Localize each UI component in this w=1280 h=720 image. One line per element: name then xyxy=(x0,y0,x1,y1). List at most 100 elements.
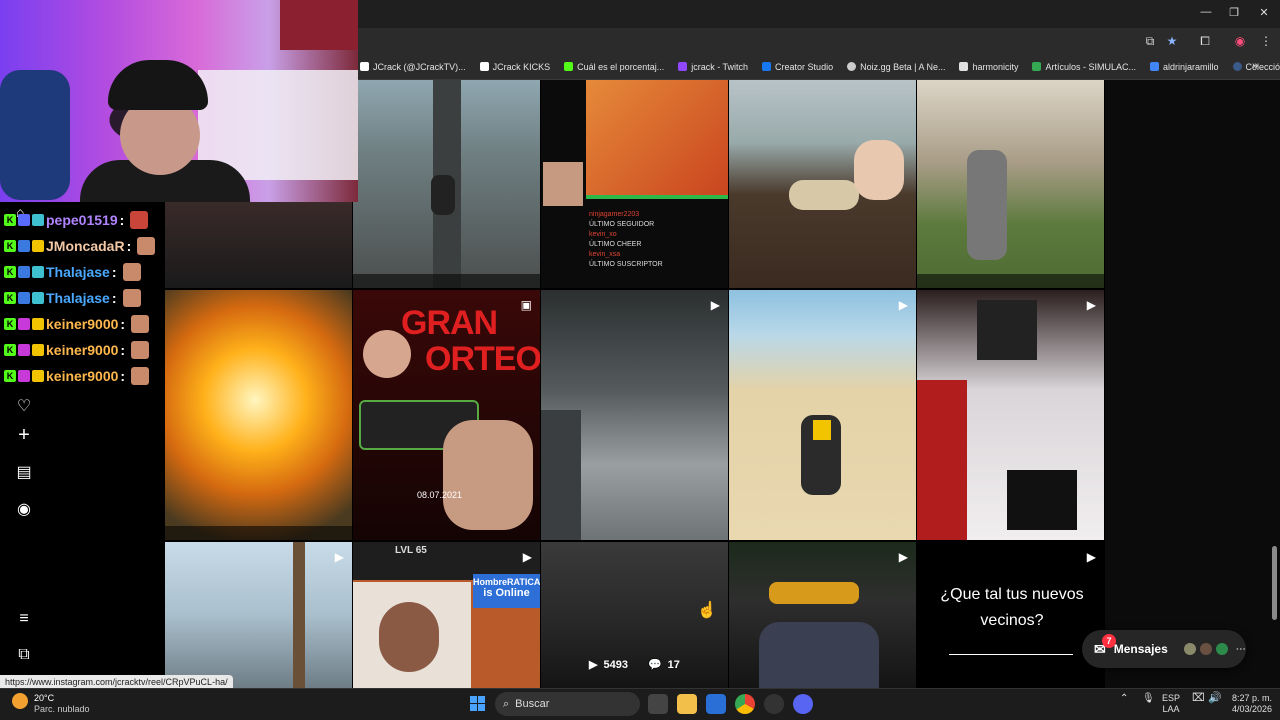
bookmark-item[interactable]: jcrack - Twitch xyxy=(678,62,748,72)
reel-tile[interactable]: ▶ 5493 💬 17 ☝ xyxy=(541,542,728,688)
kick-badge-icon: K xyxy=(4,344,16,356)
bookmark-item[interactable]: Noiz.gg Beta | A Ne... xyxy=(847,62,945,72)
reel-tile[interactable] xyxy=(165,202,352,288)
reel-tile[interactable]: ▶ xyxy=(541,290,728,540)
search-placeholder: Buscar xyxy=(515,698,550,710)
reel-tile[interactable] xyxy=(165,290,352,540)
online-badge: HombreRATICA is Online xyxy=(473,574,540,608)
volume-icon[interactable]: 🔊 xyxy=(1208,693,1222,704)
taxi-shape xyxy=(769,582,859,604)
reel-tile[interactable]: ▶ xyxy=(165,542,352,688)
chat-username: Thalajase xyxy=(46,264,110,280)
maximize-icon[interactable]: ❐ xyxy=(1226,6,1242,19)
comment-count: 17 xyxy=(667,658,680,671)
bookmark-item[interactable]: Artículos - SIMULAC... xyxy=(1032,62,1136,72)
emote-icon xyxy=(137,237,156,255)
reel-tile[interactable]: ninjagamer2203 ÚLTIMO SEGUIDOR kevin_xo … xyxy=(541,80,728,288)
chat-username: keiner9000 xyxy=(46,368,119,384)
avatar[interactable]: ◉ xyxy=(14,499,34,519)
reel-play-icon: ▶ xyxy=(898,298,908,312)
more-bookmarks-icon[interactable]: » xyxy=(1252,60,1258,72)
page-right-margin xyxy=(1105,80,1280,688)
mic-icon[interactable]: 🎙 xyxy=(1142,693,1155,704)
heart-icon[interactable]: ♡ xyxy=(14,396,34,416)
wall-shape xyxy=(541,410,581,540)
kick-badge-icon: K xyxy=(4,240,16,252)
emote-icon xyxy=(130,211,149,229)
gran-sorteo-title-2: ORTEO xyxy=(425,340,540,378)
reel-tile[interactable]: GRAN ORTEO 08.07.2021 ▣ xyxy=(353,290,540,540)
gift-badge-icon xyxy=(32,266,44,278)
dashboard-icon[interactable]: ▤ xyxy=(14,462,34,482)
reel-tile[interactable] xyxy=(917,80,1104,288)
chat-separator: : xyxy=(120,368,126,384)
profile-icon[interactable]: ◉ xyxy=(1232,34,1248,48)
network-icon[interactable]: ⌧ xyxy=(1192,693,1205,704)
hamburger-menu-icon[interactable]: ≡ xyxy=(14,610,34,630)
kick-badge-icon: K xyxy=(4,266,16,278)
weather-widget[interactable]: 20°C Parc. nublado xyxy=(34,693,90,715)
emote-icon xyxy=(131,315,150,333)
play-count-icon: ▶ xyxy=(589,659,598,671)
reel-tile[interactable]: LVL 65 HombreRATICA is Online ▶ xyxy=(353,542,540,688)
lang-layout: LAA xyxy=(1162,704,1180,714)
sub-badge-icon xyxy=(18,370,30,382)
weather-desc: Parc. nublado xyxy=(34,704,90,714)
file-explorer-icon[interactable] xyxy=(677,694,697,714)
reel-tile[interactable]: ▶ xyxy=(729,542,916,688)
bookmark-item[interactable]: aldrinjaramillo xyxy=(1150,62,1219,72)
cast-icon[interactable]: ⧉ xyxy=(1142,34,1158,49)
chat-message: K pepe01519 : xyxy=(4,209,149,231)
crown-badge-icon xyxy=(32,370,44,382)
avatar xyxy=(1183,643,1196,655)
reel-tile[interactable]: ▶ xyxy=(729,290,916,540)
extensions-icon[interactable]: ⧠ xyxy=(1197,34,1213,49)
discord-icon[interactable] xyxy=(793,694,813,714)
reel-tile[interactable] xyxy=(353,80,540,288)
reel-tile[interactable] xyxy=(729,80,916,288)
face-shape xyxy=(379,602,439,672)
chrome-icon[interactable] xyxy=(735,694,755,714)
plus-icon[interactable]: + xyxy=(14,424,34,446)
mail-icon[interactable] xyxy=(706,694,726,714)
play-count: 5493 xyxy=(603,658,628,671)
twitch-icon xyxy=(678,62,688,71)
crown-badge-icon xyxy=(32,344,44,356)
clock[interactable]: 8:27 p. m. 4/03/2026 xyxy=(1222,693,1272,715)
messages-button[interactable]: ✉ 7 Mensajes ⋯ xyxy=(1082,630,1246,668)
browser-menu-icon[interactable]: ⋮ xyxy=(1258,34,1274,48)
face-emote-shape xyxy=(543,162,583,206)
reel-tile[interactable]: ▶ xyxy=(917,290,1104,540)
bookmark-star-icon[interactable]: ★ xyxy=(1164,34,1180,48)
weather-icon xyxy=(12,693,28,709)
task-view-icon[interactable] xyxy=(648,694,668,714)
minimize-icon[interactable]: — xyxy=(1198,6,1214,18)
character-shape xyxy=(967,150,1007,260)
chat-username: JMoncadaR xyxy=(46,238,125,254)
page-scrollbar[interactable] xyxy=(1272,546,1277,620)
chat-separator: : xyxy=(120,342,126,358)
bookmark-label: JCrack KICKS xyxy=(492,61,551,72)
obs-icon[interactable] xyxy=(764,694,784,714)
lang-code: ESP xyxy=(1162,693,1181,703)
apps-icon[interactable]: ⧉ xyxy=(14,646,34,666)
close-icon[interactable]: ✕ xyxy=(1256,6,1272,19)
bookmark-label: Noiz.gg Beta | A Ne... xyxy=(860,61,946,72)
chat-separator: : xyxy=(120,316,126,332)
bookmark-item[interactable]: Creator Studio xyxy=(762,62,833,72)
emote-icon xyxy=(131,341,150,359)
webcam-shape xyxy=(353,582,471,688)
bookmark-item[interactable]: JCrack KICKS xyxy=(479,61,551,72)
vecinos-text: ¿Que tal tus nuevos vecinos? xyxy=(940,586,1084,629)
language-indicator[interactable]: ESP LAA xyxy=(1162,693,1180,715)
windows-start-icon[interactable] xyxy=(470,696,485,711)
bookmark-item[interactable]: Cuál es el porcentaj... xyxy=(564,62,664,72)
bookmark-item[interactable]: JCrack (@JCrackTV)... xyxy=(360,62,466,72)
tray-overflow-icon[interactable]: ⌃ xyxy=(1120,693,1128,704)
reel-tile[interactable]: ¿Que tal tus nuevos vecinos? ▶ xyxy=(917,542,1104,688)
reel-play-icon: ▶ xyxy=(522,550,532,564)
taskbar-search[interactable]: ⌕ Buscar xyxy=(495,692,640,716)
messages-label: Mensajes xyxy=(1113,642,1168,656)
bookmark-item[interactable]: harmonicity xyxy=(959,62,1018,72)
bookmark-label: Creator Studio xyxy=(775,61,834,72)
